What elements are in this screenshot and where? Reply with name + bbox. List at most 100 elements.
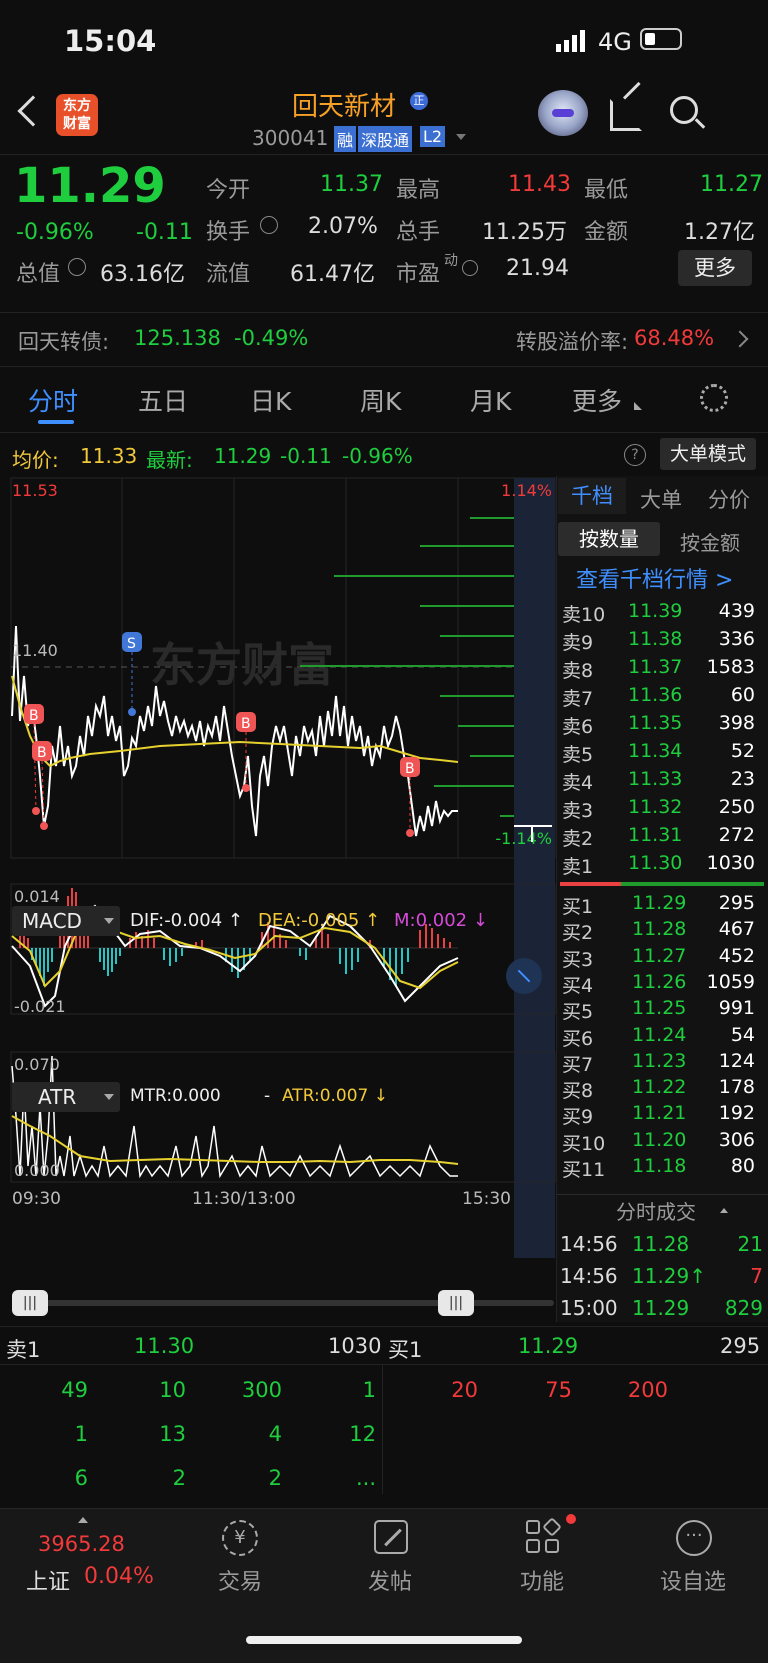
bid-price: 11.25 (632, 997, 687, 1020)
intraday-chart[interactable]: 东方财富 11.53 11.40 1.14% -1.14% B B S B B … (0, 476, 556, 1276)
info-icon[interactable] (260, 216, 278, 234)
ask-row[interactable]: 卖7 11.36 60 (560, 682, 765, 710)
bid-price: 11.24 (632, 1023, 687, 1046)
trade-time: 15:00 (560, 1296, 618, 1320)
tab-monthly-k[interactable]: 月K (470, 382, 511, 418)
macd-top-label: 0.014 (14, 887, 60, 906)
bid-row[interactable]: 买10 11.20 306 (560, 1127, 765, 1155)
view-depth-link[interactable]: 查看千档行情 > (576, 562, 733, 594)
macd-histogram (19, 888, 451, 986)
dropdown-icon[interactable] (456, 134, 466, 145)
ask-price: 11.30 (628, 852, 683, 874)
more-button[interactable]: 更多 (678, 250, 752, 286)
bid-level-label: 买8 (562, 1080, 594, 1103)
bid-row[interactable]: 买6 11.24 54 (560, 1022, 765, 1050)
ask-row[interactable]: 卖6 11.35 398 (560, 710, 765, 738)
post-icon[interactable] (374, 1520, 408, 1554)
ask-row[interactable]: 卖8 11.37 1583 (560, 654, 765, 682)
back-icon[interactable] (17, 95, 49, 127)
ask-row[interactable]: 卖4 11.33 23 (560, 766, 765, 794)
premium-label: 转股溢价率: (516, 330, 629, 354)
ask-row[interactable]: 卖1 11.30 1030 (560, 850, 765, 878)
bid-row[interactable]: 买9 11.21 192 (560, 1100, 765, 1128)
nav-watchlist[interactable]: 设自选 (660, 1564, 726, 1596)
index-pct: 0.04% (84, 1564, 154, 1589)
bond-price: 125.138 (134, 326, 221, 350)
slider-left-handle[interactable]: ||| (12, 1290, 48, 1316)
tab-weekly-k[interactable]: 周K (360, 382, 401, 418)
bid-row[interactable]: 买2 11.28 467 (560, 916, 765, 944)
watchlist-icon[interactable]: ··· (676, 1520, 712, 1556)
avg-label: 均价: (12, 448, 59, 472)
bid-level-label: 买7 (562, 1053, 594, 1076)
big-order-mode-button[interactable]: 大单模式 (660, 438, 756, 470)
ask-price: 11.38 (628, 628, 683, 650)
tab-big-order[interactable]: 大单 (640, 484, 682, 514)
ask-row[interactable]: 卖5 11.34 52 (560, 738, 765, 766)
atr-top-label: 0.070 (14, 1055, 60, 1074)
ask-row[interactable]: 卖3 11.32 250 (560, 794, 765, 822)
bid-price: 11.20 (632, 1128, 687, 1151)
expand-icon[interactable] (506, 958, 542, 994)
nav-function[interactable]: 功能 (520, 1564, 564, 1596)
bid-row[interactable]: 买1 11.29 295 (560, 890, 765, 918)
tab-thousand-level[interactable]: 千档 (558, 478, 626, 514)
collapse-icon[interactable] (720, 1204, 728, 1213)
bid-level-label: 买4 (562, 974, 594, 997)
info-icon[interactable] (68, 258, 86, 276)
function-grid-icon[interactable] (526, 1517, 562, 1554)
sell-queue-order: 12 (349, 1422, 376, 1446)
bid-row[interactable]: 买3 11.27 452 (560, 943, 765, 971)
ask-row[interactable]: 卖2 11.31 272 (560, 822, 765, 850)
tab-intraday[interactable]: 分时 (28, 382, 78, 418)
time-end-label: 15:30 (462, 1189, 511, 1209)
svg-text:B: B (37, 745, 47, 761)
turnover-label: 换手 (206, 220, 251, 245)
ask-row[interactable]: 卖9 11.38 336 (560, 626, 765, 654)
index-value[interactable]: 3965.28 (38, 1532, 125, 1556)
tab-five-day[interactable]: 五日 (138, 382, 188, 418)
latest-label: 最新: (146, 448, 193, 472)
bid-row[interactable]: 买5 11.25 991 (560, 995, 765, 1023)
nav-post[interactable]: 发帖 (368, 1564, 412, 1596)
bid-price: 11.22 (632, 1076, 687, 1099)
slider-right-handle[interactable]: ||| (438, 1290, 474, 1316)
home-indicator (246, 1636, 522, 1644)
tab-daily-k[interactable]: 日K (250, 382, 291, 418)
info-icon[interactable] (462, 260, 478, 276)
ask-price: 11.39 (628, 600, 683, 622)
help-icon[interactable]: ? (624, 444, 646, 466)
settings-gear-icon[interactable] (700, 384, 728, 412)
status-time: 15:04 (64, 24, 157, 58)
trades-title[interactable]: 分时成交 (616, 1196, 696, 1225)
svg-text:B: B (29, 708, 39, 724)
ask-row[interactable]: 卖10 11.39 439 (560, 598, 765, 626)
bid-row[interactable]: 买4 11.26 1059 (560, 969, 765, 997)
bid-row[interactable]: 买7 11.23 124 (560, 1048, 765, 1076)
assistant-robot-icon[interactable] (538, 90, 588, 136)
tab-more[interactable]: 更多 (572, 382, 622, 418)
volume-value: 11.25万 (482, 220, 567, 245)
chevron-right-icon[interactable] (731, 330, 749, 348)
trade-icon[interactable]: ¥ (222, 1520, 258, 1556)
bid-level-label: 买11 (562, 1159, 606, 1181)
sell-queue-order: 2 (268, 1466, 282, 1490)
nav-trade[interactable]: 交易 (218, 1564, 262, 1596)
buy-marker[interactable]: B (400, 757, 420, 837)
tab-price-dist[interactable]: 分价 (708, 484, 750, 514)
expand-up-icon[interactable] (78, 1512, 88, 1523)
buy-marker[interactable]: B (236, 712, 256, 792)
bond-label[interactable]: 回天转债: (18, 326, 109, 356)
by-amount-button[interactable]: 按金额 (680, 527, 740, 556)
sell-marker[interactable]: S (122, 632, 142, 716)
bid-level-label: 买10 (562, 1132, 606, 1155)
ask-level-label: 卖8 (562, 660, 594, 682)
bid-row[interactable]: 买11 11.18 80 (560, 1153, 765, 1181)
by-quantity-button[interactable]: 按数量 (558, 522, 660, 556)
ask-volume: 52 (730, 740, 755, 762)
share-icon[interactable] (610, 99, 642, 131)
ask-volume: 1583 (706, 656, 755, 678)
atr-selector[interactable]: ATR (12, 1082, 120, 1112)
macd-selector[interactable]: MACD (12, 906, 120, 936)
bid-row[interactable]: 买8 11.22 178 (560, 1074, 765, 1102)
